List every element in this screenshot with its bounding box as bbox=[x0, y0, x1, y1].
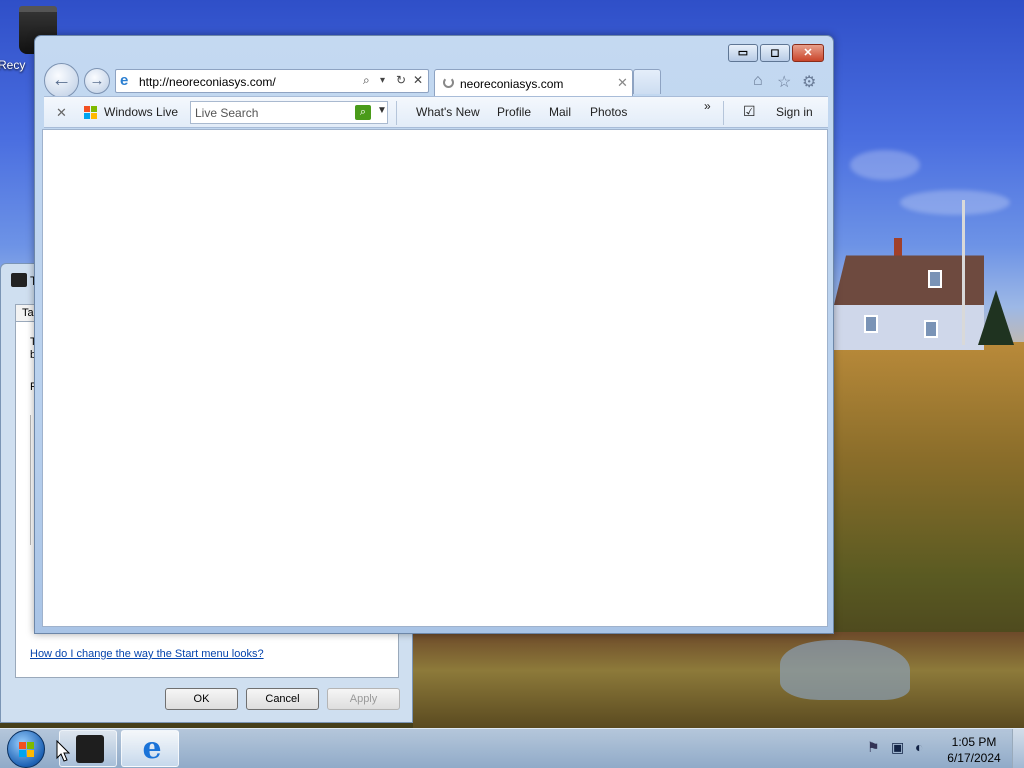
tab-neoreconiasys[interactable]: neoreconiasys.com ✕ bbox=[434, 69, 633, 96]
taskbar-properties-icon bbox=[76, 735, 104, 763]
internet-explorer-window: ▭ ◻ ✕ ← → e http://neoreconiasys.com/ ⌕ … bbox=[34, 35, 834, 634]
windows-flag-icon bbox=[19, 742, 35, 758]
windows-live-link[interactable]: Windows Live bbox=[104, 105, 178, 119]
start-menu-help-link[interactable]: How do I change the way the Start menu l… bbox=[30, 648, 264, 660]
taskbar-ie-button[interactable]: e bbox=[121, 730, 179, 767]
system-clock[interactable]: 1:05 PM 6/17/2024 bbox=[942, 734, 1006, 766]
ie-page-icon: e bbox=[120, 72, 129, 89]
back-button[interactable]: ← bbox=[44, 63, 79, 98]
dialog-divider bbox=[30, 415, 31, 545]
start-button[interactable] bbox=[7, 730, 45, 768]
cancel-button[interactable]: Cancel bbox=[246, 688, 319, 710]
dialog-title-icon bbox=[11, 273, 27, 287]
home-icon[interactable]: ⌂ bbox=[753, 72, 763, 90]
rock-background bbox=[780, 640, 910, 700]
apply-button: Apply bbox=[327, 688, 400, 710]
more-links-chevron-icon[interactable]: » bbox=[704, 99, 711, 113]
mouse-cursor-icon bbox=[56, 740, 70, 762]
ground-background bbox=[413, 632, 1024, 728]
search-icon[interactable]: ⌕ bbox=[363, 73, 370, 88]
show-desktop-button[interactable] bbox=[1012, 729, 1024, 768]
forward-button[interactable]: → bbox=[84, 68, 110, 94]
back-arrow-icon: ← bbox=[51, 69, 72, 91]
internet-explorer-icon: e bbox=[142, 731, 162, 766]
windows-live-toolbar: ✕ Windows Live Live Search ⌕ ▼ What's Ne… bbox=[44, 96, 828, 128]
search-options-dropdown-icon[interactable]: ▼ bbox=[377, 105, 387, 116]
address-bar[interactable]: e http://neoreconiasys.com/ ⌕ ▾ ↻ ✕ bbox=[115, 69, 429, 93]
clock-date: 6/17/2024 bbox=[947, 751, 1001, 765]
stop-icon[interactable]: ✕ bbox=[413, 73, 423, 87]
clock-time: 1:05 PM bbox=[951, 735, 997, 749]
close-icon: ✕ bbox=[803, 47, 813, 59]
live-search-input[interactable]: Live Search bbox=[195, 106, 258, 120]
taskbar: e ⚑ ▣ ◐ 1:05 PM 6/17/2024 bbox=[0, 728, 1024, 768]
search-go-icon[interactable]: ⌕ bbox=[355, 105, 371, 120]
link-mail[interactable]: Mail bbox=[549, 105, 571, 119]
page-content-area[interactable] bbox=[42, 129, 828, 627]
maximize-icon: ◻ bbox=[770, 47, 780, 59]
tools-gear-icon[interactable]: ⚙ bbox=[802, 72, 816, 92]
toolbar-separator bbox=[723, 101, 724, 125]
toolbar-close-icon[interactable]: ✕ bbox=[56, 105, 67, 121]
link-photos[interactable]: Photos bbox=[590, 105, 627, 119]
minimize-icon: ▭ bbox=[737, 47, 749, 59]
ok-button[interactable]: OK bbox=[165, 688, 238, 710]
close-button[interactable]: ✕ bbox=[792, 44, 824, 62]
tab-title: neoreconiasys.com bbox=[460, 77, 564, 91]
refresh-icon[interactable]: ↻ bbox=[396, 73, 406, 87]
maximize-button[interactable]: ◻ bbox=[760, 44, 790, 62]
checkbox-icon[interactable]: ☑ bbox=[743, 103, 756, 120]
tab-close-icon[interactable]: ✕ bbox=[617, 75, 628, 91]
action-center-flag-icon[interactable]: ⚑ bbox=[867, 739, 880, 756]
volume-icon[interactable]: ◐ bbox=[915, 739, 923, 755]
loading-spinner-icon bbox=[443, 77, 454, 88]
sign-in-link[interactable]: Sign in bbox=[776, 105, 813, 119]
new-tab-button[interactable] bbox=[633, 69, 661, 94]
minimize-button[interactable]: ▭ bbox=[728, 44, 758, 62]
flagpole bbox=[962, 200, 965, 345]
toolbar-separator bbox=[396, 101, 397, 125]
windows-logo-icon bbox=[84, 106, 98, 120]
cloud bbox=[900, 190, 1010, 215]
link-whats-new[interactable]: What's New bbox=[416, 105, 480, 119]
link-profile[interactable]: Profile bbox=[497, 105, 531, 119]
search-dropdown-icon[interactable]: ▾ bbox=[380, 75, 385, 86]
favorites-star-icon[interactable]: ☆ bbox=[777, 72, 791, 92]
live-search-box[interactable]: Live Search ⌕ ▼ bbox=[190, 101, 388, 124]
cloud bbox=[850, 150, 920, 180]
address-url[interactable]: http://neoreconiasys.com/ bbox=[139, 75, 276, 89]
network-icon[interactable]: ▣ bbox=[891, 739, 904, 756]
forward-arrow-icon: → bbox=[89, 72, 105, 89]
